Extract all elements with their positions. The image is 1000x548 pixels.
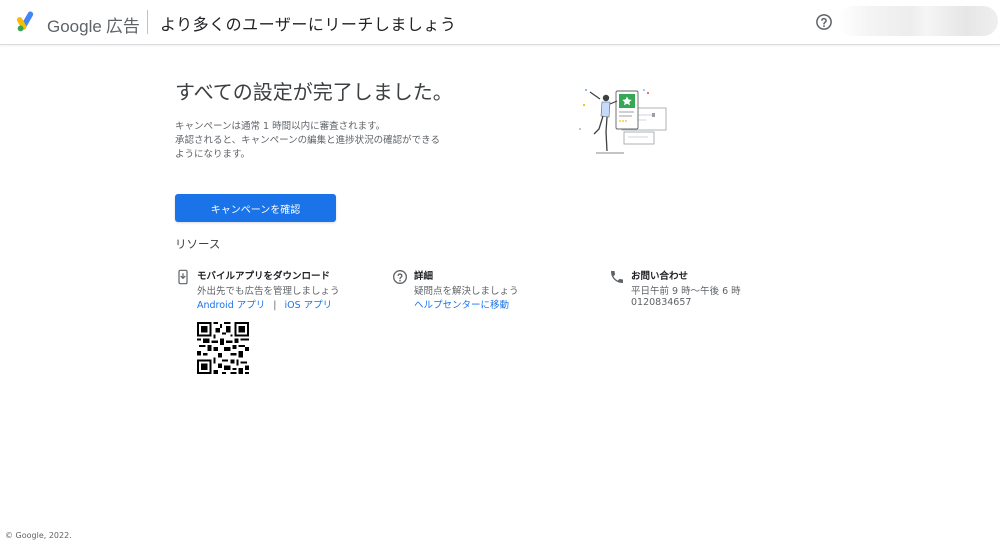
help-circle-icon[interactable] bbox=[815, 13, 833, 31]
mobile-download-icon bbox=[178, 269, 188, 285]
link-separator: | bbox=[273, 300, 277, 311]
qr-code-icon bbox=[197, 322, 249, 374]
ios-app-link[interactable]: iOS アプリ bbox=[284, 300, 332, 311]
resource-subtitle: 疑問点を解決しましょう bbox=[414, 286, 519, 297]
contact-hours: 平日午前 9 時〜午後 6 時 bbox=[631, 286, 741, 297]
resource-title: お問い合わせ bbox=[631, 271, 689, 282]
phone-icon bbox=[611, 271, 623, 283]
question-circle-icon bbox=[393, 270, 407, 284]
brand-google: Google bbox=[47, 17, 102, 36]
resource-subtitle: 外出先でも広告を管理しましょう bbox=[197, 286, 340, 297]
description-line: キャンペーンは通常 1 時間以内に審査されます。 bbox=[175, 121, 386, 132]
page-title: すべての設定が完了しました。 bbox=[175, 80, 453, 104]
header-title: より多くのユーザーにリーチしましょう bbox=[160, 15, 457, 34]
description: キャンペーンは通常 1 時間以内に審査されます。 承認されると、キャンペーンの編… bbox=[175, 120, 440, 162]
footer-copyright: © Google, 2022. bbox=[5, 531, 72, 540]
description-line: 承認されると、キャンペーンの編集と進捗状況の確認ができる bbox=[175, 135, 440, 146]
contact-phone: 0120834657 bbox=[631, 297, 692, 308]
description-line: ようになります。 bbox=[175, 149, 251, 160]
resource-title: モバイルアプリをダウンロード bbox=[197, 271, 331, 282]
google-ads-logo-icon[interactable] bbox=[16, 11, 38, 33]
review-campaign-button[interactable]: キャンペーンを確認 bbox=[175, 194, 336, 222]
resources-heading: リソース bbox=[175, 237, 221, 251]
top-header: Google 広告 より多くのユーザーにリーチしましょう bbox=[0, 0, 1000, 45]
brand-name[interactable]: Google 広告 bbox=[47, 12, 140, 37]
app-links: Android アプリ | iOS アプリ bbox=[197, 297, 332, 311]
android-app-link[interactable]: Android アプリ bbox=[197, 300, 265, 311]
celebration-illustration bbox=[579, 89, 667, 154]
account-avatar[interactable] bbox=[838, 6, 998, 36]
brand-ads: 広告 bbox=[105, 17, 140, 36]
header-divider bbox=[147, 10, 148, 34]
resource-title: 詳細 bbox=[414, 271, 434, 282]
help-center-link[interactable]: ヘルプセンターに移動 bbox=[414, 300, 509, 311]
